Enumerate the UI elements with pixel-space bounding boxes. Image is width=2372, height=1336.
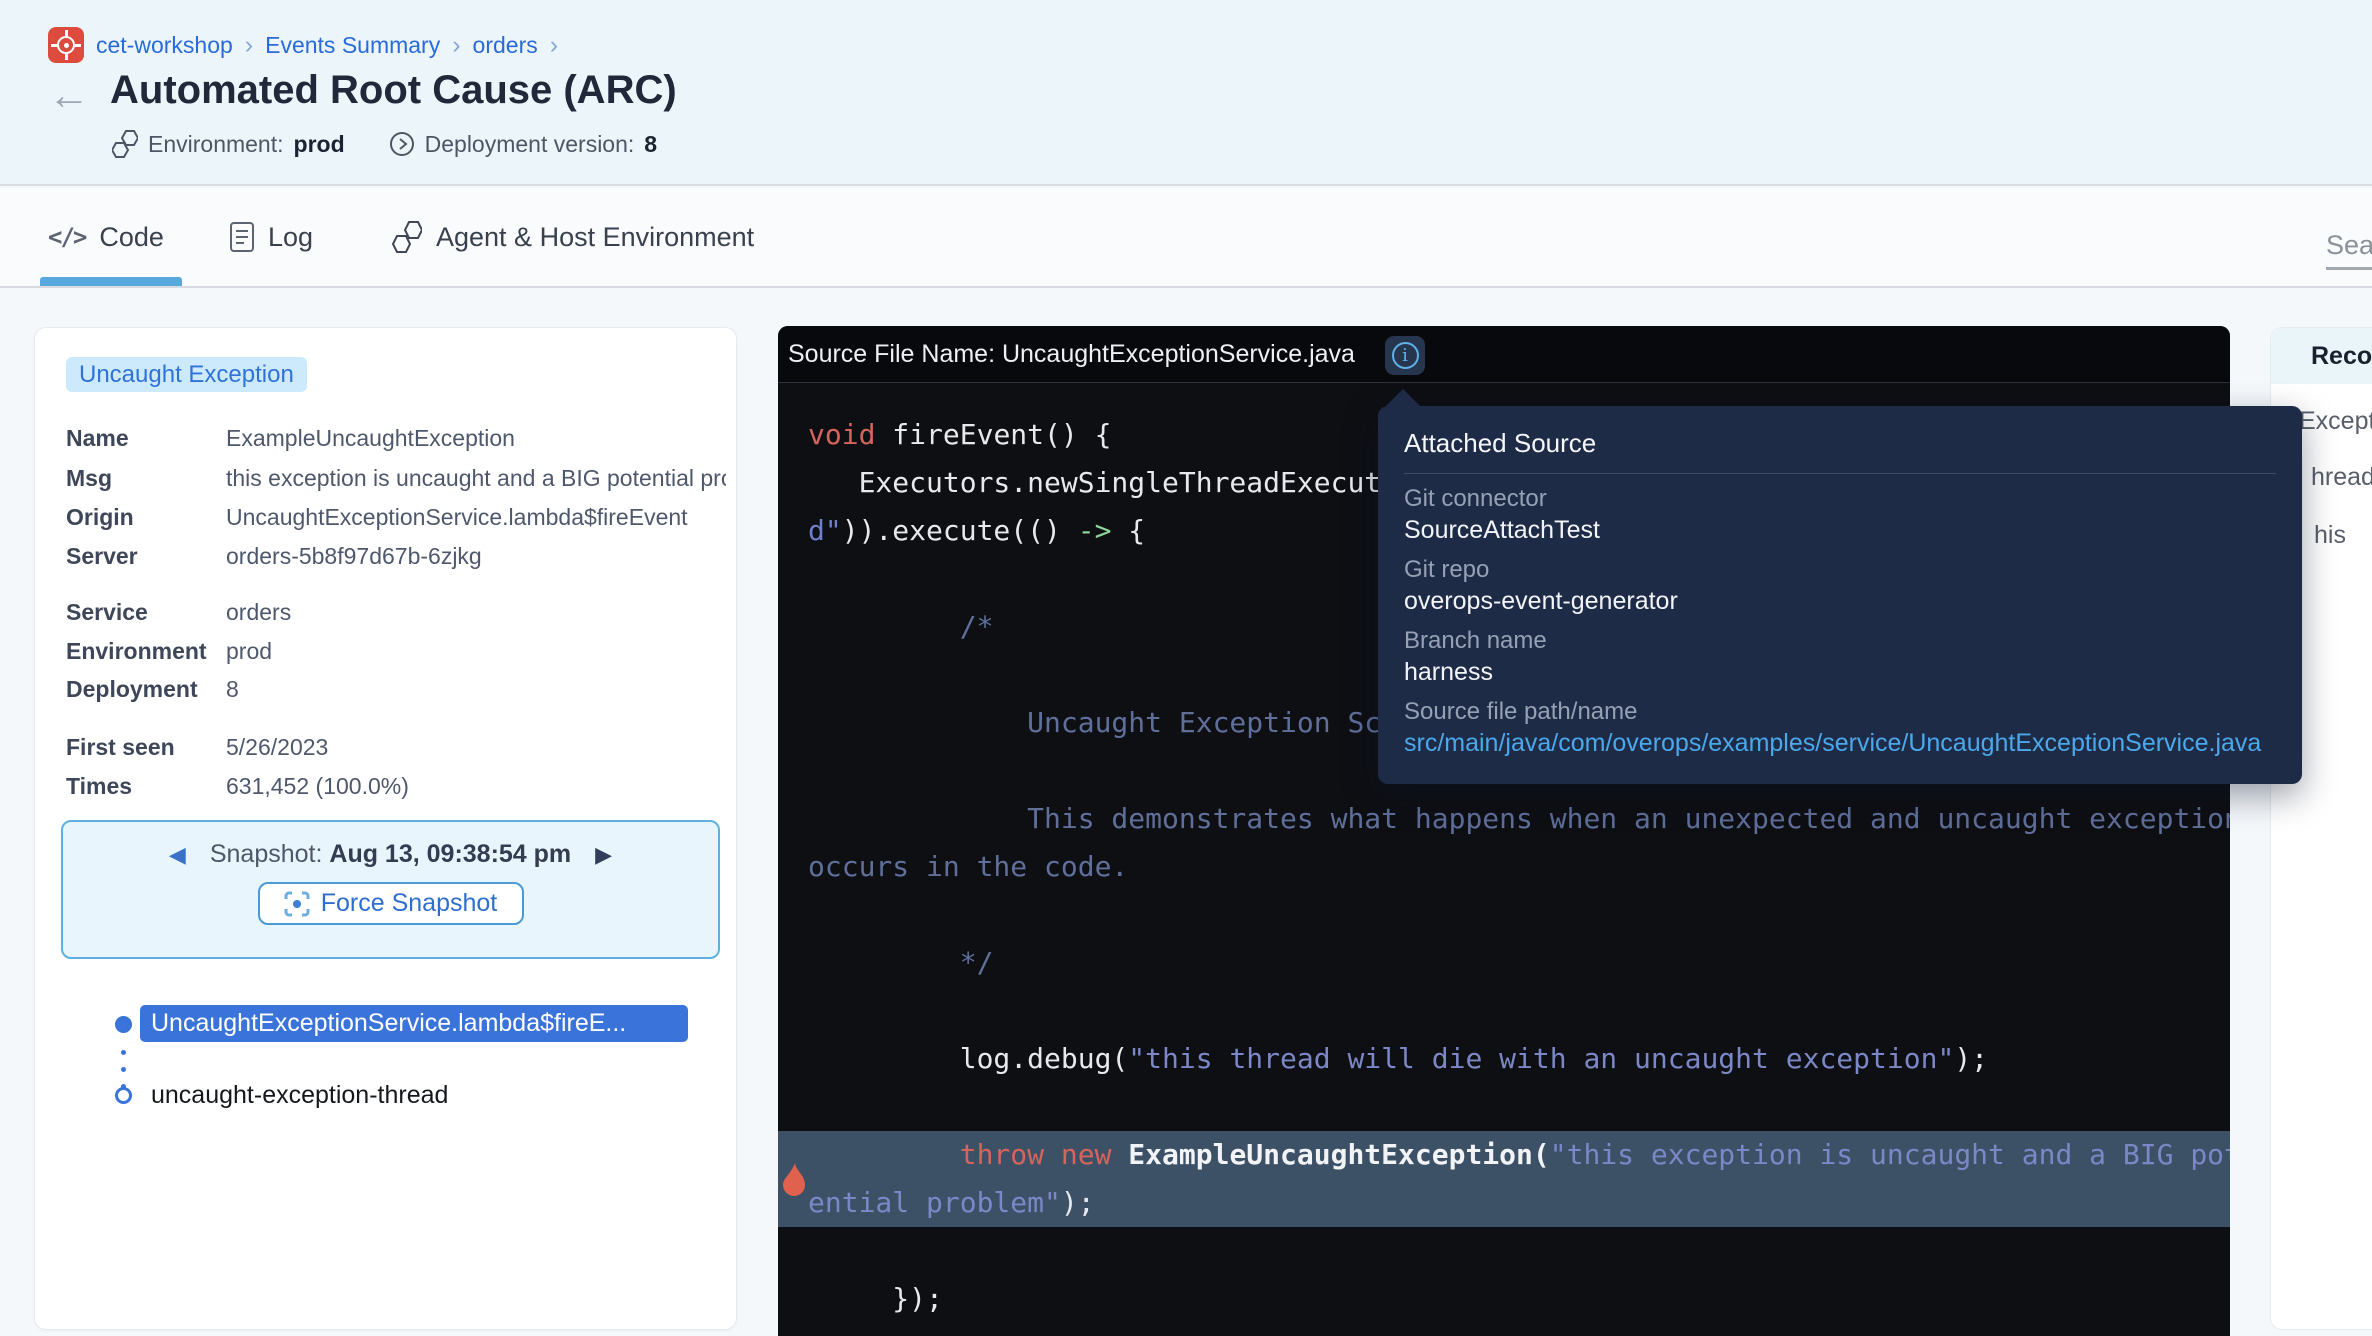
git-repo-label: Git repo <box>1404 556 2276 584</box>
breadcrumb-separator: › <box>452 34 460 57</box>
page-header: cet-workshop › Events Summary › orders ›… <box>0 0 2372 186</box>
tab-code-label: Code <box>99 222 164 253</box>
environment-label: Environment: <box>148 131 284 158</box>
detail-row-service: Serviceorders <box>66 597 291 627</box>
snapshot-next-icon[interactable]: ▶ <box>595 842 612 868</box>
stack-connector-dot <box>121 1050 126 1055</box>
environment-value: prod <box>294 131 345 158</box>
stack-frame-selected[interactable]: UncaughtExceptionService.lambda$fireE... <box>140 1005 688 1042</box>
tooltip-arrow <box>1383 389 1423 409</box>
code-tab-icon: </> <box>48 223 85 251</box>
detail-row-msg: Msgthis exception is uncaught and a BIG … <box>66 463 726 493</box>
deployment-value: 8 <box>644 131 657 158</box>
tab-bar: </> Code Log Agent & Host Environment <box>0 188 2372 288</box>
git-repo-value: overops-event-generator <box>1404 587 2276 616</box>
tab-agent-label: Agent & Host Environment <box>436 222 754 253</box>
tab-agent-host-environment[interactable]: Agent & Host Environment <box>392 188 754 286</box>
breadcrumb-link-events-summary[interactable]: Events Summary <box>265 32 440 59</box>
tab-code[interactable]: </> Code <box>48 188 164 286</box>
breadcrumb-separator: › <box>245 34 253 57</box>
force-snapshot-button[interactable]: Force Snapshot <box>258 882 524 925</box>
stack-connector-dot <box>121 1067 126 1072</box>
active-tab-underline <box>40 277 182 286</box>
right-panel-item[interactable]: Excepti <box>2299 407 2372 436</box>
snapshot-prev-icon[interactable]: ◀ <box>169 842 186 868</box>
environment-hexagon-icon <box>112 130 138 158</box>
source-file-name: Source File Name: UncaughtExceptionServi… <box>788 340 1355 369</box>
header-meta: Environment: prod Deployment version: 8 <box>112 130 657 158</box>
tooltip-title: Attached Source <box>1404 428 2276 459</box>
back-arrow-icon[interactable]: ← <box>48 74 90 116</box>
code-panel-header: Source File Name: UncaughtExceptionServi… <box>778 326 2230 383</box>
detail-row-server: Serverorders-5b8f97d67b-6zjkg <box>66 541 482 571</box>
breadcrumb: cet-workshop › Events Summary › orders › <box>48 27 558 63</box>
page-title: Automated Root Cause (ARC) <box>110 68 677 113</box>
breadcrumb-separator: › <box>550 34 558 57</box>
attached-source-info-button[interactable]: i <box>1385 336 1425 375</box>
source-file-path-label: Source file path/name <box>1404 698 2276 726</box>
snapshot-label: Snapshot: Aug 13, 09:38:54 pm <box>210 840 571 869</box>
stack-frame-bullet-icon <box>115 1016 132 1033</box>
event-type-badge: Uncaught Exception <box>66 357 307 392</box>
deployment-version-icon <box>389 131 415 157</box>
breadcrumb-link-workshop[interactable]: cet-workshop <box>96 32 233 59</box>
log-document-icon <box>230 222 254 252</box>
snapshot-box: ◀ Snapshot: Aug 13, 09:38:54 pm ▶ Force … <box>61 820 720 959</box>
tooltip-divider <box>1404 473 2276 474</box>
search-input-wrap <box>2326 230 2372 270</box>
tab-log[interactable]: Log <box>230 188 313 286</box>
event-details-card: Uncaught Exception NameExampleUncaughtEx… <box>34 327 737 1330</box>
app-logo-icon[interactable] <box>48 27 84 63</box>
error-flame-icon <box>778 1162 810 1200</box>
source-file-path-link[interactable]: src/main/java/com/overops/examples/servi… <box>1404 729 2276 758</box>
force-snapshot-label: Force Snapshot <box>321 889 498 918</box>
right-panel-item[interactable]: hread- <box>2311 463 2372 492</box>
git-connector-value: SourceAttachTest <box>1404 516 2276 545</box>
detail-row-deployment: Deployment8 <box>66 674 239 704</box>
breadcrumb-link-orders[interactable]: orders <box>473 32 538 59</box>
snapshot-timestamp: Aug 13, 09:38:54 pm <box>329 840 571 868</box>
right-panel-item[interactable]: his <box>2314 521 2346 550</box>
force-snapshot-icon <box>284 891 310 917</box>
attached-source-tooltip: Attached Source Git connector SourceAtta… <box>1378 406 2302 784</box>
detail-row-environment: Environmentprod <box>66 636 272 666</box>
info-icon: i <box>1392 342 1419 369</box>
agent-hexagons-icon <box>392 221 422 253</box>
git-connector-label: Git connector <box>1404 485 2276 513</box>
stack-frame-thread[interactable]: uncaught-exception-thread <box>151 1080 448 1110</box>
deployment-label: Deployment version: <box>425 131 635 158</box>
detail-row-first-seen: First seen5/26/2023 <box>66 732 328 762</box>
branch-name-label: Branch name <box>1404 627 2276 655</box>
tab-log-label: Log <box>268 222 313 253</box>
stack-thread-circle-icon <box>115 1087 132 1104</box>
detail-row-times: Times631,452 (100.0%) <box>66 771 409 801</box>
right-panel-header: Recor <box>2271 328 2372 384</box>
branch-name-value: harness <box>1404 658 2276 687</box>
search-input[interactable] <box>2326 230 2372 261</box>
detail-row-origin: OriginUncaughtExceptionService.lambda$fi… <box>66 502 688 532</box>
detail-row-name: NameExampleUncaughtException <box>66 423 515 453</box>
